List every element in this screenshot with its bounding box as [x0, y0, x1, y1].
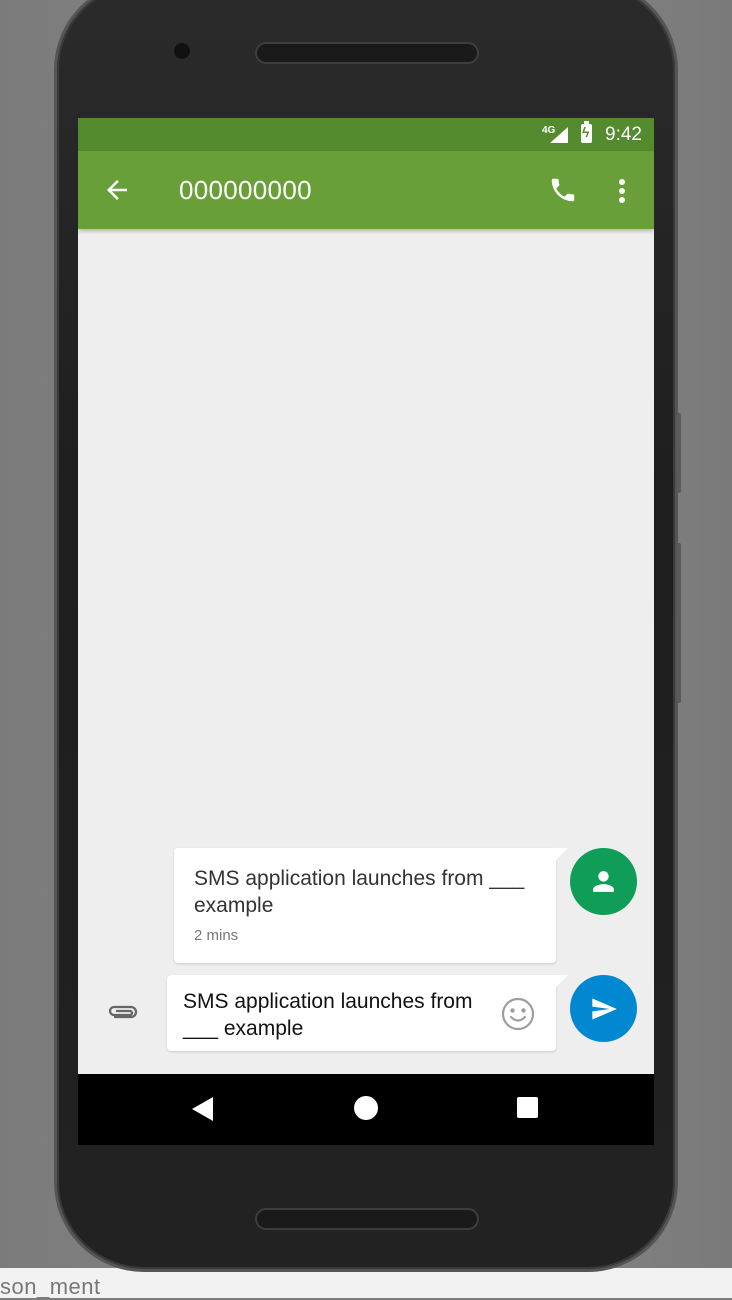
background-strip	[0, 1268, 732, 1298]
message-bubble[interactable]: SMS application launches from ___ exampl…	[174, 848, 556, 963]
message-bubble-tail	[556, 848, 568, 860]
paperclip-icon[interactable]	[106, 998, 140, 1028]
smiley-icon[interactable]	[500, 996, 536, 1032]
signal-icon	[550, 127, 568, 143]
compose-input-text[interactable]: SMS application launches from ___ exampl…	[183, 988, 483, 1042]
send-button[interactable]	[570, 975, 637, 1042]
device-screen: 4G 9:42 000000000 SMS application launch…	[78, 118, 654, 1145]
volume-button	[677, 413, 681, 493]
front-camera	[174, 43, 190, 59]
send-icon	[592, 998, 617, 1020]
compose-field[interactable]: SMS application launches from ___ exampl…	[167, 975, 556, 1051]
contact-avatar[interactable]	[570, 848, 637, 915]
navigation-bar	[78, 1074, 654, 1145]
more-vert-icon[interactable]	[612, 177, 632, 205]
nav-home-icon[interactable]	[354, 1096, 378, 1120]
top-speaker	[255, 42, 479, 64]
bottom-speaker	[255, 1208, 479, 1230]
status-time: 9:42	[605, 124, 642, 145]
power-button	[677, 543, 681, 703]
background-text: son_ment	[0, 1274, 101, 1299]
battery-charging-icon	[581, 121, 592, 143]
person-icon	[593, 871, 614, 892]
compose-tail	[556, 975, 568, 987]
message-text: SMS application launches from ___ exampl…	[194, 867, 525, 917]
app-bar: 000000000	[78, 151, 654, 229]
message-time: 2 mins	[194, 927, 239, 944]
nav-recent-icon[interactable]	[517, 1097, 538, 1118]
arrow-back-icon[interactable]	[102, 175, 132, 205]
nav-back-icon[interactable]	[192, 1097, 213, 1121]
status-bar: 4G 9:42	[78, 118, 654, 151]
phone-icon[interactable]	[548, 175, 578, 205]
conversation-title: 000000000	[179, 175, 312, 205]
